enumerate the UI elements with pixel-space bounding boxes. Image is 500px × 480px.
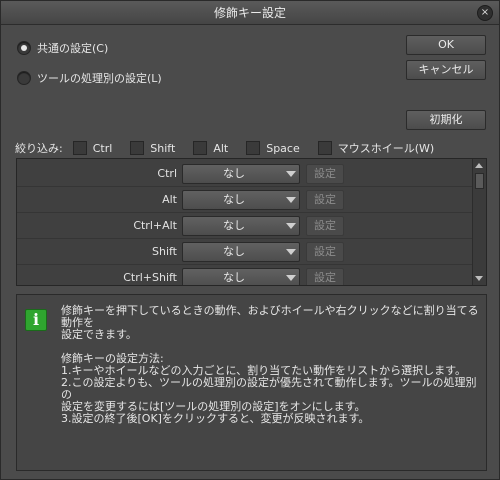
cancel-button[interactable]: キャンセル xyxy=(406,60,486,80)
filter-alt-label: Alt xyxy=(213,141,229,155)
modifier-assignment-list: Ctrl なし 設定 Alt なし 設定 Ctrl+Alt なし 設定 Shif… xyxy=(16,158,487,286)
modifier-key-label: Ctrl xyxy=(157,167,177,180)
radio-tool-label: ツールの処理別の設定(L) xyxy=(37,72,162,85)
list-row-ctrl: Ctrl なし 設定 xyxy=(17,161,472,187)
chevron-down-icon xyxy=(286,171,296,177)
list-row-shift: Shift なし 設定 xyxy=(17,239,472,265)
help-step: 3.設定の終了後[OK]をクリックすると、変更が反映されます。 xyxy=(61,412,370,425)
checkbox-icon xyxy=(317,141,332,155)
help-step: 2.この設定よりも、ツールの処理別の設定が優先されて動作します。ツールの処理別の xyxy=(61,376,477,401)
settings-button-disabled: 設定 xyxy=(306,190,344,210)
dropdown-value: なし xyxy=(223,245,245,258)
dropdown-value: なし xyxy=(223,193,245,206)
filter-alt-checkbox[interactable]: Alt xyxy=(193,141,228,155)
list-row-ctrl-alt: Ctrl+Alt なし 設定 xyxy=(17,213,472,239)
scroll-thumb[interactable] xyxy=(475,173,484,189)
filter-mousewheel-label: マウスホイール(W) xyxy=(337,142,435,155)
settings-button-disabled: 設定 xyxy=(306,216,344,236)
filter-space-checkbox[interactable]: Space xyxy=(246,141,300,155)
checkbox-icon xyxy=(72,141,87,155)
filter-mousewheel-checkbox[interactable]: マウスホイール(W) xyxy=(317,140,435,156)
checkbox-icon xyxy=(130,141,145,155)
info-icon: i xyxy=(25,309,47,331)
modifier-key-settings-dialog: 修飾キー設定 × 共通の設定(C) ツールの処理別の設定(L) OK キャンセル… xyxy=(0,0,500,480)
modifier-key-label: Ctrl+Shift xyxy=(123,271,177,284)
reset-button[interactable]: 初期化 xyxy=(406,110,486,130)
settings-button-disabled: 設定 xyxy=(306,242,344,262)
action-dropdown[interactable]: なし xyxy=(182,164,300,184)
radio-common-label: 共通の設定(C) xyxy=(37,42,109,55)
action-dropdown[interactable]: なし xyxy=(182,216,300,236)
chevron-down-icon xyxy=(286,223,296,229)
title-bar[interactable]: 修飾キー設定 × xyxy=(1,1,499,25)
modifier-key-label: Alt xyxy=(162,193,177,206)
radio-selected-icon xyxy=(17,41,31,55)
settings-button-disabled: 設定 xyxy=(306,268,344,285)
filter-shift-checkbox[interactable]: Shift xyxy=(130,141,175,155)
scroll-up-icon[interactable] xyxy=(475,163,483,168)
close-button[interactable]: × xyxy=(477,5,493,21)
action-dropdown[interactable]: なし xyxy=(182,242,300,262)
dropdown-value: なし xyxy=(223,271,245,284)
filter-row: 絞り込み: Ctrl Shift Alt Space マウスホイール(W) xyxy=(15,140,452,156)
action-dropdown[interactable]: なし xyxy=(182,268,300,285)
chevron-down-icon xyxy=(286,249,296,255)
chevron-down-icon xyxy=(286,197,296,203)
filter-shift-label: Shift xyxy=(150,141,176,155)
dropdown-value: なし xyxy=(223,219,245,232)
help-info-panel: i 修飾キーを押下しているときの動作、およびホイールや右クリックなどに割り当てる… xyxy=(16,294,487,471)
settings-button-disabled: 設定 xyxy=(306,164,344,184)
help-line: 修飾キーを押下しているときの動作、およびホイールや右クリックなどに割り当てる動作… xyxy=(61,304,479,329)
list-row-ctrl-shift: Ctrl+Shift なし 設定 xyxy=(17,265,472,285)
filter-label: 絞り込み: xyxy=(15,142,63,155)
radio-tool-specific-settings[interactable]: ツールの処理別の設定(L) xyxy=(17,70,162,86)
help-text: 修飾キーを押下しているときの動作、およびホイールや右クリックなどに割り当てる動作… xyxy=(61,305,481,425)
modifier-key-label: Ctrl+Alt xyxy=(133,219,177,232)
chevron-down-icon xyxy=(286,275,296,281)
checkbox-icon xyxy=(246,141,261,155)
checkbox-icon xyxy=(193,141,208,155)
filter-space-label: Space xyxy=(266,141,300,155)
help-line: 設定できます。 xyxy=(61,328,137,341)
ok-button[interactable]: OK xyxy=(406,35,486,55)
close-icon: × xyxy=(480,7,490,18)
list-row-alt: Alt なし 設定 xyxy=(17,187,472,213)
radio-unselected-icon xyxy=(17,71,31,85)
modifier-key-label: Shift xyxy=(151,245,177,258)
filter-ctrl-checkbox[interactable]: Ctrl xyxy=(72,141,113,155)
list-scrollbar[interactable] xyxy=(472,159,486,285)
scroll-down-icon[interactable] xyxy=(475,276,483,281)
filter-ctrl-label: Ctrl xyxy=(92,141,113,155)
radio-common-settings[interactable]: 共通の設定(C) xyxy=(17,40,108,56)
dropdown-value: なし xyxy=(223,167,245,180)
window-title: 修飾キー設定 xyxy=(213,6,286,20)
action-dropdown[interactable]: なし xyxy=(182,190,300,210)
